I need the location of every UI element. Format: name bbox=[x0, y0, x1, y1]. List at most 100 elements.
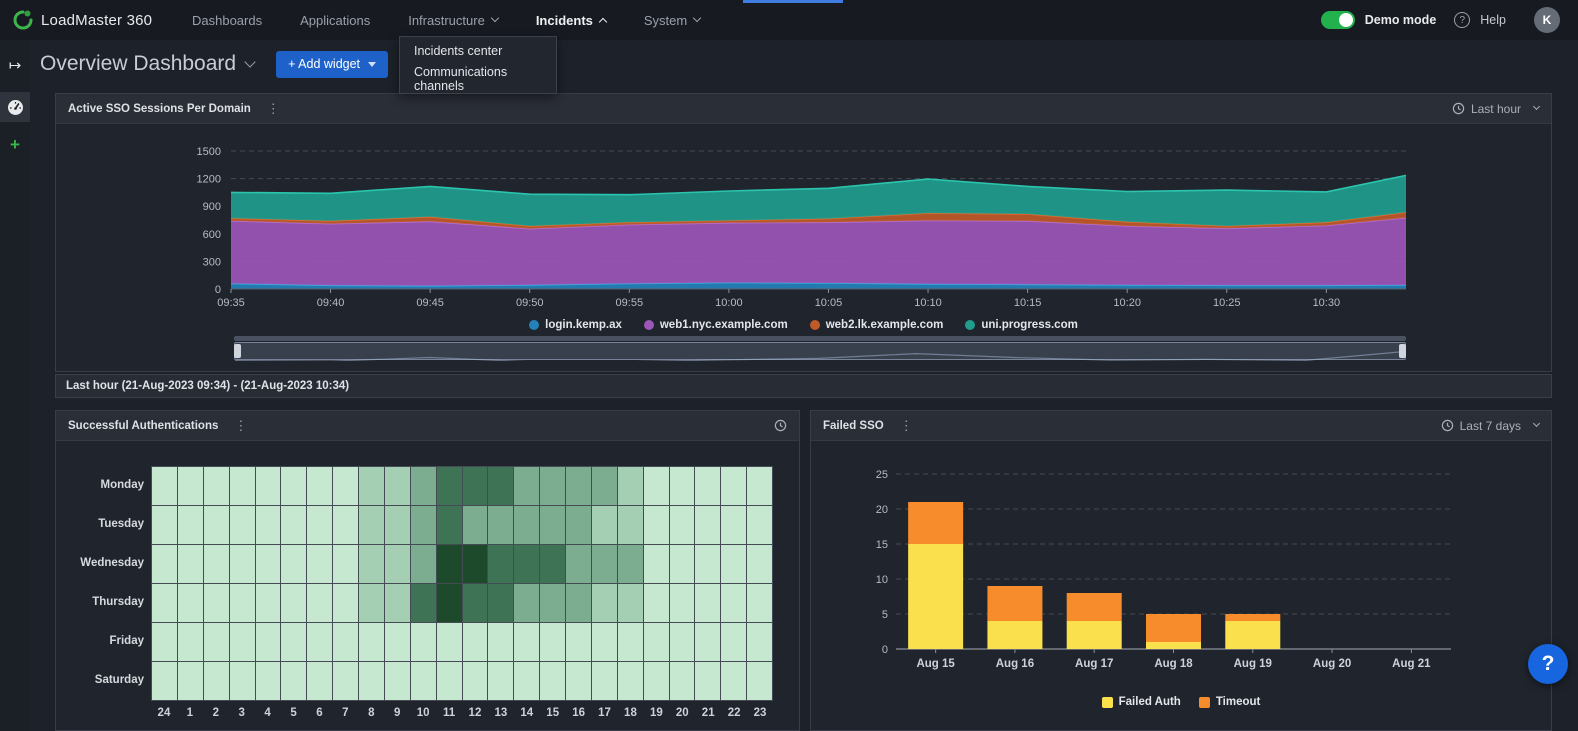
legend-item[interactable]: uni.progress.com bbox=[965, 319, 1078, 331]
chevron-down-icon bbox=[491, 14, 499, 22]
heatmap-cell bbox=[359, 623, 385, 662]
nav-system[interactable]: System bbox=[644, 13, 700, 28]
heatmap-cell bbox=[359, 545, 385, 584]
legend-item[interactable]: Timeout bbox=[1199, 696, 1261, 708]
heatmap-cell bbox=[695, 506, 721, 545]
heatmap-column-label: 9 bbox=[384, 703, 410, 719]
heatmap-cell bbox=[359, 584, 385, 623]
heatmap-column-label: 2 bbox=[203, 703, 229, 719]
heatmap-cell bbox=[411, 623, 437, 662]
heatmap-cell bbox=[411, 545, 437, 584]
heatmap-cell bbox=[411, 467, 437, 506]
loadmaster-logo-icon bbox=[12, 9, 34, 31]
heatmap-cell bbox=[540, 545, 566, 584]
nav-incidents[interactable]: Incidents bbox=[536, 13, 606, 28]
brush-handle-left[interactable] bbox=[234, 344, 241, 358]
heatmap-column-label: 10 bbox=[410, 703, 436, 719]
heatmap-row-label: Saturday bbox=[56, 661, 144, 700]
heatmap-cell bbox=[695, 467, 721, 506]
navigator-sparkline bbox=[235, 343, 1405, 361]
heatmap-cell bbox=[411, 506, 437, 545]
sidebar-add-icon[interactable]: + bbox=[0, 130, 30, 160]
brand[interactable]: LoadMaster 360 bbox=[0, 9, 180, 31]
svg-text:25: 25 bbox=[876, 469, 888, 481]
heatmap-cell bbox=[644, 467, 670, 506]
heatmap-cell bbox=[256, 506, 282, 545]
demo-mode-toggle[interactable] bbox=[1321, 11, 1355, 29]
legend-item[interactable]: Failed Auth bbox=[1102, 696, 1181, 708]
svg-text:10: 10 bbox=[876, 574, 888, 586]
heatmap-column-label: 7 bbox=[332, 703, 358, 719]
heatmap-row-label: Monday bbox=[56, 466, 144, 505]
brush-handle-right[interactable] bbox=[1399, 344, 1406, 358]
heatmap-cell bbox=[178, 584, 204, 623]
heatmap-cell bbox=[437, 545, 463, 584]
nav-infrastructure[interactable]: Infrastructure bbox=[408, 13, 498, 28]
kebab-menu-icon[interactable]: ⋮ bbox=[900, 418, 913, 434]
heatmap-cell bbox=[230, 623, 256, 662]
heatmap-cell bbox=[230, 584, 256, 623]
help-label[interactable]: Help bbox=[1480, 13, 1506, 27]
range-brush[interactable] bbox=[234, 342, 1406, 360]
heatmap-cell bbox=[566, 623, 592, 662]
heatmap-row-label: Wednesday bbox=[56, 544, 144, 583]
heatmap-cell bbox=[333, 584, 359, 623]
heatmap-cell bbox=[695, 584, 721, 623]
heatmap-cell bbox=[307, 623, 333, 662]
heatmap-cell bbox=[333, 623, 359, 662]
heatmap-cell bbox=[437, 506, 463, 545]
help-fab-button[interactable]: ? bbox=[1528, 644, 1568, 684]
time-range-selector[interactable]: Last hour bbox=[1452, 102, 1539, 116]
heatmap-cell bbox=[721, 506, 747, 545]
nav-applications[interactable]: Applications bbox=[300, 13, 370, 28]
heatmap-cell bbox=[307, 545, 333, 584]
chevron-up-icon bbox=[599, 18, 607, 26]
heatmap-column-label: 8 bbox=[358, 703, 384, 719]
heatmap-cell bbox=[333, 662, 359, 701]
legend-item[interactable]: login.kemp.ax bbox=[529, 319, 622, 331]
nav-dashboards[interactable]: Dashboards bbox=[192, 13, 262, 28]
svg-text:10:15: 10:15 bbox=[1014, 297, 1042, 309]
heatmap-cell bbox=[644, 584, 670, 623]
heatmap-cell bbox=[385, 467, 411, 506]
heatmap-cell bbox=[592, 506, 618, 545]
heatmap-column-label: 3 bbox=[229, 703, 255, 719]
heatmap-cell bbox=[540, 584, 566, 623]
heatmap-cell bbox=[307, 584, 333, 623]
kebab-menu-icon[interactable]: ⋮ bbox=[267, 101, 280, 117]
heatmap-column-label: 14 bbox=[514, 703, 540, 719]
dashboard-title[interactable]: Overview Dashboard bbox=[40, 52, 254, 76]
heatmap-cell bbox=[463, 545, 489, 584]
add-widget-button[interactable]: + Add widget bbox=[276, 51, 388, 78]
menu-item-communications-channels[interactable]: Communications channels bbox=[400, 65, 556, 93]
heatmap-cell bbox=[463, 623, 489, 662]
heatmap-cell bbox=[385, 584, 411, 623]
avatar[interactable]: K bbox=[1534, 7, 1560, 33]
heatmap-cell bbox=[540, 623, 566, 662]
legend-item[interactable]: web1.nyc.example.com bbox=[644, 319, 788, 331]
menu-item-incidents-center[interactable]: Incidents center bbox=[400, 37, 556, 65]
chart-scrollbar[interactable] bbox=[234, 336, 1406, 341]
heatmap-cell bbox=[463, 584, 489, 623]
help-icon[interactable]: ? bbox=[1454, 12, 1470, 28]
heatmap-cell bbox=[385, 545, 411, 584]
heatmap-cell bbox=[437, 662, 463, 701]
sidebar-expand-icon[interactable]: ↦ bbox=[0, 50, 30, 80]
svg-text:09:45: 09:45 bbox=[416, 297, 444, 309]
heatmap-cell bbox=[411, 584, 437, 623]
svg-text:0: 0 bbox=[882, 644, 888, 656]
heatmap-column-label: 15 bbox=[540, 703, 566, 719]
legend-item[interactable]: web2.lk.example.com bbox=[810, 319, 944, 331]
legend-swatch-icon bbox=[1199, 697, 1210, 708]
auth-heatmap-chart bbox=[151, 466, 773, 701]
heatmap-cell bbox=[488, 662, 514, 701]
legend-dot-icon bbox=[529, 320, 539, 330]
time-range-selector[interactable]: Last 7 days bbox=[1441, 419, 1539, 433]
sidebar-dashboard-gauge-icon[interactable] bbox=[0, 92, 30, 122]
heatmap-cell bbox=[230, 545, 256, 584]
heatmap-cell bbox=[281, 467, 307, 506]
kebab-menu-icon[interactable]: ⋮ bbox=[234, 418, 247, 434]
legend-dot-icon bbox=[965, 320, 975, 330]
time-range-clock[interactable] bbox=[774, 419, 787, 432]
widget-header: Successful Authentications ⋮ bbox=[56, 411, 799, 441]
